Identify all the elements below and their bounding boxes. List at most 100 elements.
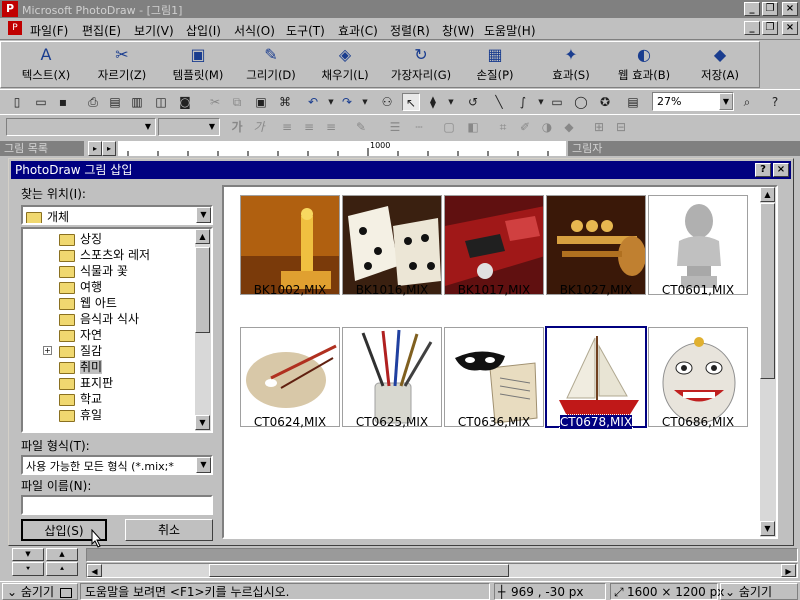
thumbnail-item[interactable] bbox=[240, 327, 340, 427]
zoom-icon[interactable]: ⌕ bbox=[738, 93, 756, 111]
folder-item[interactable]: 휴일 bbox=[59, 407, 102, 423]
scroll-thumb[interactable] bbox=[195, 247, 210, 333]
save-button[interactable]: ◆ 저장(A) bbox=[675, 42, 765, 88]
dialog-close-button[interactable]: × bbox=[773, 163, 789, 177]
thumbnail-item[interactable] bbox=[342, 195, 442, 295]
thumbnail-item[interactable] bbox=[240, 195, 340, 295]
h-scroll-thumb[interactable] bbox=[209, 564, 509, 577]
minimize-button[interactable]: _ bbox=[744, 2, 760, 16]
document-icon[interactable]: P bbox=[8, 21, 22, 35]
thumbnail-item[interactable] bbox=[648, 195, 748, 295]
cancel-button[interactable]: 취소 bbox=[125, 519, 213, 541]
bold-icon[interactable]: 가 bbox=[228, 118, 246, 136]
scroll-down-icon[interactable]: ▼ bbox=[760, 521, 775, 536]
pane-scroll-down-icon[interactable]: ▼ bbox=[12, 548, 44, 561]
folder-item[interactable]: 스포츠와 레저 bbox=[59, 247, 150, 263]
line-color-icon[interactable]: ✎ bbox=[352, 118, 370, 136]
close-button[interactable]: × bbox=[782, 2, 798, 16]
pane-scroll-bottom-icon[interactable]: ⯆ bbox=[12, 562, 44, 576]
pane-scroll-top-icon[interactable]: ⯅ bbox=[46, 562, 78, 576]
thumbnail-item[interactable] bbox=[444, 195, 544, 295]
rectangle-icon[interactable]: ▭ bbox=[548, 93, 566, 111]
camera-icon[interactable]: ◙ bbox=[176, 93, 194, 111]
picture-list-toggle[interactable]: ▸ bbox=[88, 141, 102, 156]
expand-plus-icon[interactable]: + bbox=[43, 346, 52, 355]
menu-tools[interactable]: 도구(T) bbox=[286, 22, 325, 39]
folder-item[interactable]: 여행 bbox=[59, 279, 102, 295]
menu-view[interactable]: 보기(V) bbox=[134, 22, 174, 39]
menu-arrange[interactable]: 정렬(R) bbox=[390, 22, 430, 39]
pointer-icon[interactable]: ↖ bbox=[402, 93, 420, 111]
pane-scroll-up-icon[interactable]: ▲ bbox=[46, 548, 78, 561]
curve-icon[interactable]: ∫ bbox=[514, 93, 532, 111]
fill-bucket-icon[interactable]: ⧫ bbox=[424, 93, 442, 111]
tree-scrollbar[interactable]: ▲ ▼ bbox=[195, 229, 211, 431]
folder-item[interactable]: 음식과 식사 bbox=[59, 311, 139, 327]
folder-item[interactable]: 표지판 bbox=[59, 375, 113, 391]
redo-icon[interactable]: ↷ bbox=[338, 93, 356, 111]
undo-icon[interactable]: ↶ bbox=[304, 93, 322, 111]
look-in-select[interactable]: 개체 ▼ bbox=[21, 205, 213, 225]
scroll-thumb[interactable] bbox=[760, 203, 775, 379]
group-icon[interactable]: ⊞ bbox=[590, 118, 608, 136]
cut-icon[interactable]: ✂ bbox=[206, 93, 224, 111]
chevron-down-icon[interactable]: ▼ bbox=[205, 119, 219, 135]
ellipse-icon[interactable]: ◯ bbox=[572, 93, 590, 111]
horizontal-scrollbar[interactable]: ◀ ▶ bbox=[86, 563, 798, 578]
thumbnail-item[interactable] bbox=[444, 327, 544, 427]
menu-format[interactable]: 서식(O) bbox=[234, 22, 275, 39]
3d-icon[interactable]: ◧ bbox=[464, 118, 482, 136]
shadow-icon[interactable]: ▢ bbox=[440, 118, 458, 136]
line-style-icon[interactable]: ☰ bbox=[386, 118, 404, 136]
folder-item-selected[interactable]: 취미 bbox=[59, 359, 103, 375]
dialog-help-button[interactable]: ? bbox=[755, 163, 771, 177]
eyedropper-icon[interactable]: ✐ bbox=[516, 118, 534, 136]
print-icon[interactable]: ⎙ bbox=[84, 93, 102, 111]
menu-file[interactable]: 파일(F) bbox=[30, 22, 68, 39]
scroll-left-icon[interactable]: ◀ bbox=[87, 564, 102, 577]
folder-item[interactable]: 질감 bbox=[59, 343, 102, 359]
doc-minimize-button[interactable]: _ bbox=[744, 21, 760, 35]
help-icon[interactable]: ? bbox=[766, 93, 784, 111]
align-center-icon[interactable]: ≡ bbox=[300, 118, 318, 136]
doc-close-button[interactable]: × bbox=[782, 21, 798, 35]
color-icon[interactable]: ◑ bbox=[538, 118, 556, 136]
chevron-down-icon[interactable]: ▼ bbox=[196, 207, 211, 223]
font-size-select[interactable]: ▼ bbox=[158, 118, 220, 136]
ungroup-icon[interactable]: ⊟ bbox=[612, 118, 630, 136]
scroll-down-icon[interactable]: ▼ bbox=[195, 415, 210, 430]
textbox-icon[interactable]: ▤ bbox=[624, 93, 642, 111]
redo-dropdown-icon[interactable]: ▼ bbox=[356, 93, 374, 111]
open-icon[interactable]: ▭ bbox=[32, 93, 50, 111]
scroll-right-icon[interactable]: ▶ bbox=[781, 564, 796, 577]
new-icon[interactable]: ▯ bbox=[8, 93, 26, 111]
folder-item[interactable]: 자연 bbox=[59, 327, 102, 343]
crop-tool-icon[interactable]: ⌗ bbox=[494, 118, 512, 136]
gallery-scrollbar[interactable]: ▲ ▼ bbox=[760, 187, 776, 537]
thumbnail-item-selected[interactable] bbox=[545, 326, 647, 428]
zoom-select[interactable]: 27% ▼ bbox=[652, 92, 734, 111]
scroll-up-icon[interactable]: ▲ bbox=[195, 229, 210, 244]
align-left-icon[interactable]: ≡ bbox=[278, 118, 296, 136]
menu-window[interactable]: 창(W) bbox=[442, 22, 474, 39]
hyperlink-icon[interactable]: ⚇ bbox=[378, 93, 396, 111]
hide-pane-button-right[interactable]: ⌄ 숨기기 bbox=[720, 583, 798, 600]
tag-icon[interactable]: ◆ bbox=[560, 118, 578, 136]
picture-list-toggle-2[interactable]: ▸ bbox=[102, 141, 116, 156]
doc-restore-button[interactable]: ❐ bbox=[762, 21, 778, 35]
folder-item[interactable]: 식물과 꽃 bbox=[59, 263, 128, 279]
maximize-button[interactable]: ❐ bbox=[762, 2, 778, 16]
folder-item[interactable]: 웹 아트 bbox=[59, 295, 117, 311]
scroll-up-icon[interactable]: ▲ bbox=[760, 187, 775, 202]
chevron-down-icon[interactable]: ▼ bbox=[719, 93, 733, 110]
thumbnail-item[interactable] bbox=[546, 195, 646, 295]
chevron-down-icon[interactable]: ▼ bbox=[141, 119, 155, 135]
menu-help[interactable]: 도움말(H) bbox=[484, 22, 536, 39]
file-type-select[interactable]: 사용 가능한 모든 형식 (*.mix;* ▼ bbox=[21, 455, 213, 475]
folder-item[interactable]: 상징 bbox=[59, 231, 102, 247]
paste-icon[interactable]: ▣ bbox=[252, 93, 270, 111]
dash-style-icon[interactable]: ┄ bbox=[410, 118, 428, 136]
line-icon[interactable]: ╲ bbox=[490, 93, 508, 111]
hide-pane-button-left[interactable]: ⌄ 숨기기 bbox=[2, 583, 78, 600]
shape-icon[interactable]: ✪ bbox=[596, 93, 614, 111]
